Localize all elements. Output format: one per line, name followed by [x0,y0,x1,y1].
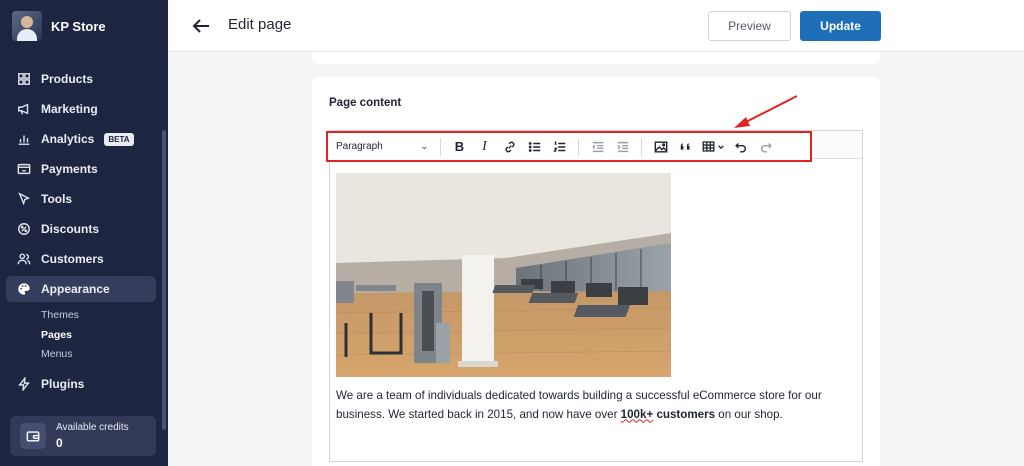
table-icon[interactable] [698,136,728,158]
store-header[interactable]: KP Store [0,0,168,52]
sidebar-item-products[interactable]: Products [6,66,156,92]
back-arrow-icon[interactable] [190,15,212,37]
page-title: Edit page [228,16,292,33]
credits-panel[interactable]: Available credits 0 [10,416,156,456]
page-header: Edit page Preview Update [168,0,1024,52]
bar-chart-icon [17,132,31,146]
store-name: KP Store [51,18,106,34]
previous-card [312,52,880,64]
bulleted-list-icon[interactable] [522,136,547,158]
payment-icon [17,162,31,176]
sidebar-item-plugins[interactable]: Plugins [6,371,156,397]
chevron-down-icon: ⌄ [420,141,428,151]
sidebar-item-label: Tools [41,192,73,206]
avatar [12,11,42,41]
sidebar: KP Store Products Marketing Analytics BE… [0,0,168,466]
sidebar-item-discounts[interactable]: Discounts [6,216,156,242]
sidebar-item-analytics[interactable]: Analytics BETA [6,126,156,152]
numbered-list-icon[interactable] [547,136,572,158]
italic-icon[interactable]: I [472,136,497,158]
lightning-icon [17,376,31,391]
image-icon[interactable] [648,136,673,158]
sidebar-scrollbar[interactable] [162,130,166,430]
blockquote-icon[interactable] [673,136,698,158]
block-format-select[interactable]: Paragraph ⌄ [336,141,434,152]
sidebar-subitem-menus[interactable]: Menus [41,345,168,365]
section-label: Page content [329,97,402,109]
discount-icon [17,222,31,236]
outdent-icon[interactable] [585,136,610,158]
gym-image[interactable] [336,173,671,377]
appearance-submenu: Themes Pages Menus [0,306,168,365]
credits-value: 0 [56,436,63,450]
annotation-arrow-icon [734,95,798,128]
sidebar-item-payments[interactable]: Payments [6,156,156,182]
page-content-card: Page content Paragraph ⌄ B I We are a te… [312,77,880,466]
sidebar-item-label: Marketing [41,102,98,116]
body-bold-100k: 100k+ [620,407,654,421]
indent-icon[interactable] [610,136,635,158]
sidebar-item-marketing[interactable]: Marketing [6,96,156,122]
sidebar-item-label: Customers [41,252,104,266]
sidebar-nav: Products Marketing Analytics BETA Paymen… [0,66,168,397]
toolbar-divider [578,137,579,156]
cursor-icon [17,192,31,206]
sidebar-item-label: Plugins [41,376,85,391]
link-icon[interactable] [497,136,522,158]
wallet-icon [20,423,46,449]
sidebar-item-label: Analytics [41,132,95,146]
update-button[interactable]: Update [800,11,881,41]
body-text-2: on our shop. [715,407,783,421]
redo-icon[interactable] [753,136,778,158]
toolbar-divider [641,137,642,156]
toolbar-divider [440,137,441,156]
beta-badge: BETA [104,132,134,146]
undo-icon[interactable] [728,136,753,158]
rich-text-editor[interactable]: Paragraph ⌄ B I We are a team of individ… [326,130,863,462]
block-format-value: Paragraph [336,141,383,152]
sidebar-item-customers[interactable]: Customers [6,246,156,272]
bold-icon[interactable]: B [447,136,472,158]
editor-toolbar: Paragraph ⌄ B I [326,131,812,162]
sidebar-item-tools[interactable]: Tools [6,186,156,212]
body-paragraph[interactable]: We are a team of individuals dedicated t… [336,387,856,424]
sidebar-item-label: Discounts [41,222,100,236]
preview-button[interactable]: Preview [708,11,791,41]
palette-icon [17,282,31,296]
users-icon [17,252,31,266]
credits-label: Available credits [56,422,129,433]
sidebar-item-label: Payments [41,162,98,176]
sidebar-item-label: Appearance [41,282,110,296]
sidebar-item-label: Products [41,72,94,86]
megaphone-icon [17,102,31,116]
sidebar-subitem-themes[interactable]: Themes [41,306,168,326]
sidebar-item-appearance[interactable]: Appearance [6,276,156,302]
grid-icon [17,72,31,86]
sidebar-subitem-pages[interactable]: Pages [41,326,168,346]
body-bold-customers: customers [653,407,716,421]
